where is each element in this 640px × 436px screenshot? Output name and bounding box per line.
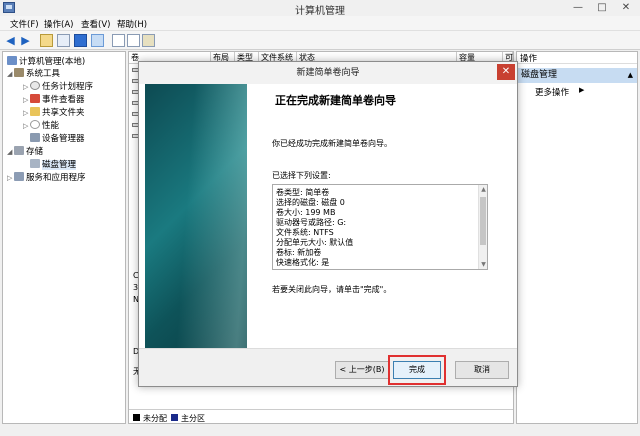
tree-item-system-tools[interactable]: ◢ 系统工具 bbox=[7, 67, 60, 79]
action-group-disk-management[interactable]: 磁盘管理 ▲ bbox=[517, 68, 637, 83]
partition-legend: 未分配 主分区 bbox=[129, 409, 513, 423]
show-hide-tree-icon[interactable] bbox=[57, 34, 70, 47]
wizard-heading: 正在完成新建简单卷向导 bbox=[275, 94, 396, 107]
menu-action[interactable]: 操作(A) bbox=[44, 18, 73, 30]
tree-item-disk-management[interactable]: 磁盘管理 bbox=[30, 158, 77, 170]
computer-icon bbox=[7, 56, 17, 65]
tree-item-storage[interactable]: ◢ 存储 bbox=[7, 145, 43, 157]
tree-item-performance[interactable]: ▷ 性能 bbox=[23, 119, 59, 131]
legend-label-primary: 主分区 bbox=[181, 414, 205, 423]
storage-icon bbox=[14, 146, 24, 155]
finish-button[interactable]: 完成 bbox=[393, 361, 441, 379]
actions-header: 操作 bbox=[517, 52, 637, 64]
menu-help[interactable]: 帮助(H) bbox=[117, 18, 147, 30]
shared-folder-icon bbox=[30, 107, 40, 116]
legend-swatch-primary bbox=[171, 414, 178, 421]
expand-icon[interactable]: ▷ bbox=[7, 174, 14, 182]
window-title: 计算机管理 bbox=[295, 6, 345, 17]
scroll-thumb[interactable] bbox=[480, 197, 486, 245]
forward-arrow-icon[interactable]: ▶ bbox=[19, 34, 32, 47]
console-tree: 计算机管理(本地) ◢ 系统工具 ▷ 任务计划程序 ▷ 事件查看器 ▷ 共享文件夹 ▷ 性… bbox=[2, 51, 126, 424]
connect-icon[interactable] bbox=[127, 34, 140, 47]
expand-icon[interactable]: ▷ bbox=[23, 109, 30, 117]
tree-item-shared-folders[interactable]: ▷ 共享文件夹 bbox=[23, 106, 85, 118]
setting-line: 快速格式化: 是 bbox=[276, 258, 330, 267]
legend-swatch-unallocated bbox=[133, 414, 140, 421]
wizard-intro-text: 你已经成功完成新建简单卷向导。 bbox=[272, 139, 392, 148]
performance-icon bbox=[30, 120, 40, 129]
wizard-outro-text: 若要关闭此向导，请单击"完成"。 bbox=[272, 285, 392, 294]
tree-item-services-applications[interactable]: ▷ 服务和应用程序 bbox=[7, 171, 86, 183]
menu-bar: 文件(F) 操作(A) 查看(V) 帮助(H) bbox=[0, 16, 640, 31]
expand-icon[interactable]: ▷ bbox=[23, 122, 30, 130]
collapse-arrow-icon[interactable]: ▲ bbox=[628, 68, 633, 83]
collapse-icon[interactable]: ◢ bbox=[7, 70, 14, 78]
menu-view[interactable]: 查看(V) bbox=[81, 18, 110, 30]
menu-file[interactable]: 文件(F) bbox=[10, 18, 39, 30]
tree-item-task-scheduler[interactable]: ▷ 任务计划程序 bbox=[23, 80, 93, 92]
title-bar: 计算机管理 — □ ✕ bbox=[0, 0, 640, 17]
tree-item-event-viewer[interactable]: ▷ 事件查看器 bbox=[23, 93, 85, 105]
expand-icon[interactable]: ▷ bbox=[23, 83, 30, 91]
maximize-button[interactable]: □ bbox=[590, 0, 614, 16]
minimize-button[interactable]: — bbox=[566, 0, 590, 16]
tools-icon bbox=[14, 68, 24, 77]
back-button[interactable]: < 上一步(B) bbox=[335, 361, 389, 379]
properties-icon[interactable] bbox=[142, 34, 155, 47]
new-simple-volume-wizard-dialog: 新建简单卷向导 ✕ 正在完成新建简单卷向导 你已经成功完成新建简单卷向导。 已选… bbox=[138, 61, 518, 387]
close-button[interactable]: ✕ bbox=[614, 0, 638, 16]
action-group-label: 磁盘管理 bbox=[521, 70, 558, 80]
dialog-title: 新建简单卷向导 bbox=[139, 62, 517, 84]
scroll-up-icon[interactable]: ▲ bbox=[479, 185, 487, 194]
event-viewer-icon bbox=[30, 94, 40, 103]
back-arrow-icon[interactable]: ◀ bbox=[4, 34, 17, 47]
clock-icon bbox=[30, 81, 40, 90]
more-actions-item[interactable]: 更多操作 ▶ bbox=[535, 86, 584, 98]
tree-item-device-manager[interactable]: 设备管理器 bbox=[30, 132, 85, 144]
settings-summary-box[interactable]: 卷类型: 简单卷 选择的磁盘: 磁盘 0 卷大小: 199 MB 驱动器号或路径… bbox=[272, 184, 488, 270]
summary-scrollbar[interactable]: ▲ ▼ bbox=[478, 185, 487, 269]
legend-label-unallocated: 未分配 bbox=[143, 414, 167, 423]
status-bar bbox=[0, 425, 640, 436]
toolbar: ◀ ▶ bbox=[0, 31, 640, 50]
export-list-icon[interactable] bbox=[112, 34, 125, 47]
more-actions-label: 更多操作 bbox=[535, 88, 570, 98]
wizard-body: 正在完成新建简单卷向导 你已经成功完成新建简单卷向导。 已选择下列设置: 卷类型… bbox=[145, 84, 511, 348]
help-icon[interactable] bbox=[74, 34, 87, 47]
settings-label: 已选择下列设置: bbox=[272, 171, 331, 180]
up-folder-icon[interactable] bbox=[40, 34, 53, 47]
scroll-down-icon[interactable]: ▼ bbox=[479, 260, 487, 269]
dialog-close-button[interactable]: ✕ bbox=[497, 64, 515, 80]
cancel-button[interactable]: 取消 bbox=[455, 361, 509, 379]
device-manager-icon bbox=[30, 133, 40, 142]
services-icon bbox=[14, 172, 24, 181]
collapse-icon[interactable]: ◢ bbox=[7, 148, 14, 156]
actions-pane: 操作 磁盘管理 ▲ 更多操作 ▶ bbox=[516, 51, 638, 424]
wizard-banner-image bbox=[145, 84, 247, 348]
expand-icon[interactable]: ▷ bbox=[23, 96, 30, 104]
show-hide-action-pane-icon[interactable] bbox=[91, 34, 104, 47]
dialog-footer: < 上一步(B) 完成 取消 bbox=[139, 348, 517, 386]
tree-item-computer-management[interactable]: 计算机管理(本地) bbox=[7, 55, 85, 67]
submenu-arrow-icon: ▶ bbox=[579, 86, 585, 94]
disk-icon bbox=[30, 159, 40, 168]
